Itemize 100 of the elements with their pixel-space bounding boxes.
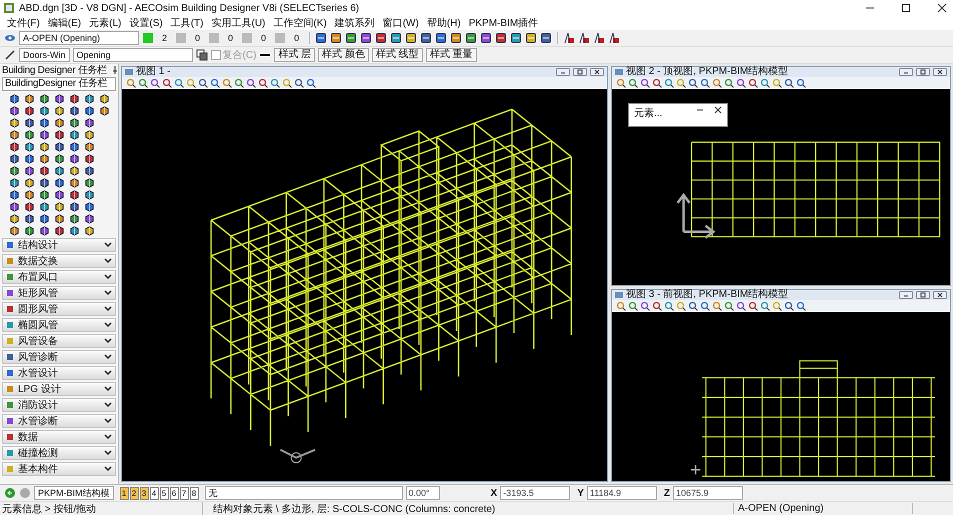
category-header[interactable]: 风管诊断 [2,350,116,364]
category-header[interactable]: 风管设备 [2,334,116,348]
view-tool-icon[interactable] [162,78,172,88]
toolbar-tool-icon[interactable] [480,32,492,44]
attribute-value[interactable]: 0 [190,33,206,43]
view-tool-icon[interactable] [222,78,232,88]
pencil-icon[interactable] [4,49,16,61]
view-tool-icon[interactable] [796,301,806,311]
toolbar-tool-icon[interactable] [345,32,358,44]
building-tool-icon[interactable] [9,93,20,104]
building-tool-icon[interactable] [54,153,65,164]
view-tool-icon[interactable] [736,78,746,88]
eye-icon[interactable] [4,32,16,44]
task-panel-dropdown[interactable]: BuildingDesigner 任务栏 [2,77,116,91]
building-tool-icon[interactable] [69,117,80,128]
view-control-icon[interactable] [899,68,913,76]
attribute-value[interactable]: 0 [256,33,272,43]
toolbar-tool-icon[interactable] [525,32,538,44]
building-tool-icon[interactable] [24,213,35,224]
building-tool-icon[interactable] [99,93,110,104]
overlap-icon[interactable] [196,49,208,61]
view-tool-icon[interactable] [664,301,674,311]
building-tool-icon[interactable] [54,225,65,236]
view-tool-icon[interactable] [138,78,148,88]
category-header[interactable]: 水管诊断 [2,414,116,428]
view-control-icon[interactable] [916,68,930,76]
view-tool-icon[interactable] [234,78,244,88]
view-tool-icon[interactable] [688,301,698,311]
view-tool-icon[interactable] [676,301,686,311]
view-tool-icon[interactable] [724,78,734,88]
view-tool-icon[interactable] [652,301,662,311]
toolbar-tool-icon[interactable] [540,32,552,44]
building-tool-icon[interactable] [69,129,80,140]
building-tool-icon[interactable] [9,177,20,188]
view-toggle-button[interactable]: 7 [180,486,189,500]
view-toggle-button[interactable]: 1 [120,486,129,500]
part-dropdown[interactable]: Opening [72,48,193,62]
view-tool-icon[interactable] [306,78,316,88]
toolbar-tool-icon[interactable] [360,32,372,44]
menu-item[interactable]: 文件(F) [4,16,43,30]
view-tool-icon[interactable] [628,78,638,88]
menu-item[interactable]: 工作空间(K) [270,16,330,30]
building-tool-icon[interactable] [24,141,35,152]
building-tool-icon[interactable] [54,189,65,200]
building-tool-icon[interactable] [24,225,35,236]
y-coordinate-field[interactable]: 11184.9 [586,486,657,500]
close-icon[interactable] [714,106,722,114]
menu-item[interactable]: 窗口(W) [380,16,422,30]
category-header[interactable]: 碰撞检测 [2,446,116,460]
building-tool-icon[interactable] [24,117,35,128]
building-tool-icon[interactable] [84,225,95,236]
building-tool-icon[interactable] [9,189,20,200]
toolbar-tool-icon[interactable] [450,32,462,44]
building-tool-icon[interactable] [9,153,20,164]
building-tool-icon[interactable] [69,201,80,212]
building-tool-icon[interactable] [84,213,95,224]
building-tool-icon[interactable] [69,165,80,176]
toolbar-tool-icon[interactable] [510,32,522,44]
view-tool-icon[interactable] [652,78,662,88]
building-tool-icon[interactable] [54,165,65,176]
view-toggle-button[interactable]: 4 [150,486,159,500]
category-header[interactable]: 基本构件 [2,462,116,476]
menu-item[interactable]: 元素(L) [86,16,124,30]
building-tool-icon[interactable] [24,129,35,140]
category-header[interactable]: 布置风口 [2,270,116,284]
view-tool-icon[interactable] [270,78,280,88]
category-header[interactable]: 水管设计 [2,366,116,380]
building-tool-icon[interactable] [24,177,35,188]
building-tool-icon[interactable] [69,177,80,188]
view-control-icon[interactable] [556,68,570,76]
maximize-icon[interactable] [901,3,911,13]
building-tool-icon[interactable] [69,93,80,104]
building-tool-icon[interactable] [84,117,95,128]
building-tool-icon[interactable] [54,201,65,212]
building-tool-icon[interactable] [84,165,95,176]
category-header[interactable]: 椭圆风管 [2,318,116,332]
view-control-icon[interactable] [899,291,913,299]
menu-item[interactable]: PKPM-BIM插件 [466,16,542,30]
building-tool-icon[interactable] [39,129,50,140]
menu-item[interactable]: 帮助(H) [424,16,464,30]
building-tool-icon[interactable] [39,105,50,116]
view-toggle-button[interactable]: 3 [140,486,149,500]
menu-item[interactable]: 建筑系列 [332,16,378,30]
category-header[interactable]: 数据交换 [2,254,116,268]
category-header[interactable]: 结构设计 [2,238,116,252]
x-coordinate-field[interactable]: -3193.5 [500,486,570,500]
building-tool-icon[interactable] [39,165,50,176]
view-tool-icon[interactable] [186,78,196,88]
building-tool-icon[interactable] [39,189,50,200]
building-tool-icon[interactable] [9,201,20,212]
toolbar-tool-icon[interactable] [420,32,432,44]
category-header[interactable]: LPG 设计 [2,382,116,396]
building-tool-icon[interactable] [69,105,80,116]
view-tool-icon[interactable] [700,301,710,311]
toolbar-tool-icon[interactable] [405,32,418,44]
toolbar-tool-icon[interactable] [375,32,388,44]
view-tool-icon[interactable] [198,78,208,88]
attribute-value[interactable]: 0 [289,33,304,43]
view-tool-icon[interactable] [748,78,758,88]
building-tool-icon[interactable] [39,177,50,188]
